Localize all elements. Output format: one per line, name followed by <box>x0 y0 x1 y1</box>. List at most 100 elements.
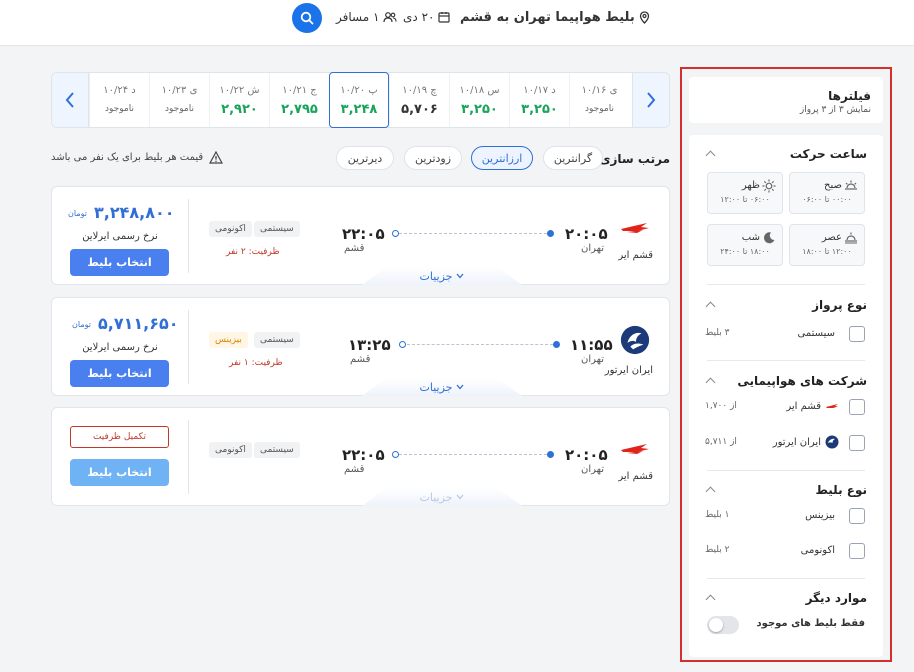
time-slot-name: صبح <box>824 180 842 191</box>
arrival-time: ۲۲:۰۵ <box>342 225 385 243</box>
chevron-up-icon[interactable] <box>705 301 716 312</box>
date-option[interactable]: پ ۱۰/۲۰ ۳,۲۴۸ <box>329 72 389 128</box>
date-option[interactable]: ی ۱۰/۱۶ ناموجود <box>569 73 629 127</box>
date-option-price: ۳,۲۴۸ <box>340 102 378 117</box>
checkbox-flight-system[interactable] <box>849 326 865 342</box>
date-strip: د ۱۰/۲۴ ناموجود ی ۱۰/۲۳ ناموجود ش ۱۰/۲۲ ۲,۹۲۰… <box>51 72 670 128</box>
time-slot-range: ۱۲:۰۰ تا ۱۸:۰۰ <box>802 247 852 256</box>
checkbox-airline-qeshm[interactable] <box>849 399 865 415</box>
checkbox-ticket-economy[interactable] <box>849 543 865 559</box>
select-ticket-button[interactable]: انتخاب بلیط <box>70 459 169 486</box>
route-title[interactable]: بلیط هواپیما تهران به قشم <box>460 10 650 25</box>
chevron-down-icon <box>456 273 464 279</box>
time-slot-morning[interactable]: صبح ۰۰:۰۰ تا ۰۶:۰۰ <box>789 172 865 214</box>
route-line <box>399 454 547 455</box>
chevron-up-icon[interactable] <box>705 150 716 161</box>
date-next-button[interactable] <box>632 73 669 127</box>
date-option[interactable]: چ ۱۰/۱۹ ۵,۷۰۶ <box>389 73 449 127</box>
filter-header: فیلترها نمایش ۳ از ۳ پرواز <box>689 77 883 123</box>
flight-card: قشم ایر ۲۰:۰۵ تهران ۲۲:۰۵ قشم سیستمی اکو… <box>51 186 670 285</box>
qeshm-air-logo <box>621 444 649 454</box>
tag-system: سیستمی <box>254 442 300 458</box>
filter-title: فیلترها <box>828 89 871 103</box>
date-selector[interactable]: ۲۰ دی <box>403 10 451 24</box>
departure-city: تهران <box>581 464 605 475</box>
sort-label: مرتب سازی: <box>594 152 670 166</box>
date-option[interactable]: د ۱۰/۱۷ ۳,۲۵۰ <box>509 73 569 127</box>
time-slot-afternoon[interactable]: عصر ۱۲:۰۰ تا ۱۸:۰۰ <box>789 224 865 266</box>
checkbox-ticket-business[interactable] <box>849 508 865 524</box>
price-note: قیمت هر بلیط برای یک نفر می باشد <box>51 151 224 164</box>
details-label: جزییات <box>419 490 453 504</box>
sort-option-latest[interactable]: دیرترین <box>336 146 394 170</box>
arrival-time: ۱۳:۲۵ <box>348 336 391 354</box>
date-option-day: س ۱۰/۱۸ <box>459 85 500 96</box>
arrival-city: قشم <box>344 243 365 254</box>
filter-panel: فیلترها نمایش ۳ از ۳ پرواز ساعت حرکت صبح… <box>680 67 892 662</box>
date-option[interactable]: ج ۱۰/۲۱ ۲,۷۹۵ <box>269 73 329 127</box>
flight-card: قشم ایر ۲۰:۰۵ تهران ۲۲:۰۵ قشم سیستمی اکو… <box>51 407 670 506</box>
date-option[interactable]: س ۱۰/۱۸ ۳,۲۵۰ <box>449 73 509 127</box>
chevron-up-icon[interactable] <box>705 377 716 388</box>
currency-label: تومان <box>68 209 87 218</box>
option-count: ۲ بلیط <box>705 545 730 555</box>
sunrise-icon <box>845 180 857 190</box>
chevron-left-icon <box>65 92 74 108</box>
departure-time: ۲۰:۰۵ <box>565 225 608 243</box>
select-ticket-button[interactable]: انتخاب بلیط <box>70 249 169 276</box>
chevron-up-icon[interactable] <box>705 486 716 497</box>
route-line <box>407 344 553 345</box>
chevron-up-icon[interactable] <box>705 594 716 605</box>
sort-option-expensive[interactable]: گرانترین <box>543 146 603 170</box>
details-toggle[interactable]: جزییات <box>362 488 522 506</box>
time-slot-night[interactable]: شب ۱۸:۰۰ تا ۲۴:۰۰ <box>707 224 783 266</box>
arrival-dot <box>392 230 399 237</box>
section-title-airlines: شرکت های هواپیمایی <box>737 374 867 388</box>
official-rate-label: نرخ رسمی ایرلاین <box>82 342 158 353</box>
section-divider <box>707 470 865 471</box>
time-slot-noon[interactable]: ظهر ۰۶:۰۰ تا ۱۲:۰۰ <box>707 172 783 214</box>
filter-result-count: نمایش ۳ از ۳ پرواز <box>799 105 871 115</box>
date-option[interactable]: د ۱۰/۲۴ ناموجود <box>89 73 149 127</box>
price-note-text: قیمت هر بلیط برای یک نفر می باشد <box>51 152 204 163</box>
arrival-city: قشم <box>350 354 371 365</box>
section-divider <box>707 360 865 361</box>
ticket-price: ۳,۲۴۸,۸۰۰ <box>94 203 175 222</box>
sort-option-earliest[interactable]: زودترین <box>404 146 462 170</box>
section-title-departure: ساعت حرکت <box>789 147 867 161</box>
details-toggle[interactable]: جزییات <box>362 267 522 285</box>
date-option[interactable]: ش ۱۰/۲۲ ۲,۹۲۰ <box>209 73 269 127</box>
details-toggle[interactable]: جزییات <box>362 378 522 396</box>
section-title-other: موارد دیگر <box>805 591 867 605</box>
date-option-day: ج ۱۰/۲۱ <box>282 85 317 96</box>
date-option-price: ۲,۷۹۵ <box>281 102 318 117</box>
date-option-day: ی ۱۰/۲۳ <box>161 85 198 96</box>
departure-dot <box>547 230 554 237</box>
time-slot-range: ۱۸:۰۰ تا ۲۴:۰۰ <box>720 247 770 256</box>
qeshm-air-logo <box>621 223 649 233</box>
available-only-toggle[interactable] <box>707 616 739 634</box>
date-option-day: د ۱۰/۲۴ <box>103 85 136 96</box>
date-prev-button[interactable] <box>52 73 89 127</box>
time-slot-name: عصر <box>821 232 842 243</box>
passenger-selector[interactable]: ۱ مسافر <box>336 10 397 24</box>
option-count: ۱ بلیط <box>705 510 730 520</box>
iran-airtour-logo <box>825 435 839 449</box>
tag-cabin: بیزینس <box>209 332 248 348</box>
sort-option-cheapest[interactable]: ارزانترین <box>471 146 533 170</box>
search-button[interactable] <box>292 3 322 33</box>
sold-out-badge: تکمیل ظرفیت <box>70 426 169 448</box>
location-pin-icon <box>639 11 649 24</box>
departure-dot <box>553 341 560 348</box>
date-option-price: ناموجود <box>165 104 194 114</box>
time-slot-range: ۰۶:۰۰ تا ۱۲:۰۰ <box>720 195 770 204</box>
select-ticket-button[interactable]: انتخاب بلیط <box>70 360 169 387</box>
arrival-dot <box>392 451 399 458</box>
card-divider <box>188 420 189 494</box>
date-text: ۲۰ دی <box>403 10 435 24</box>
option-count: از ۵,۷۱۱ <box>705 437 737 447</box>
checkbox-airline-iran-airtour[interactable] <box>849 435 865 451</box>
details-label: جزییات <box>419 380 453 394</box>
date-option[interactable]: ی ۱۰/۲۳ ناموجود <box>149 73 209 127</box>
option-count: از ۱,۷۰۰ <box>705 401 737 411</box>
